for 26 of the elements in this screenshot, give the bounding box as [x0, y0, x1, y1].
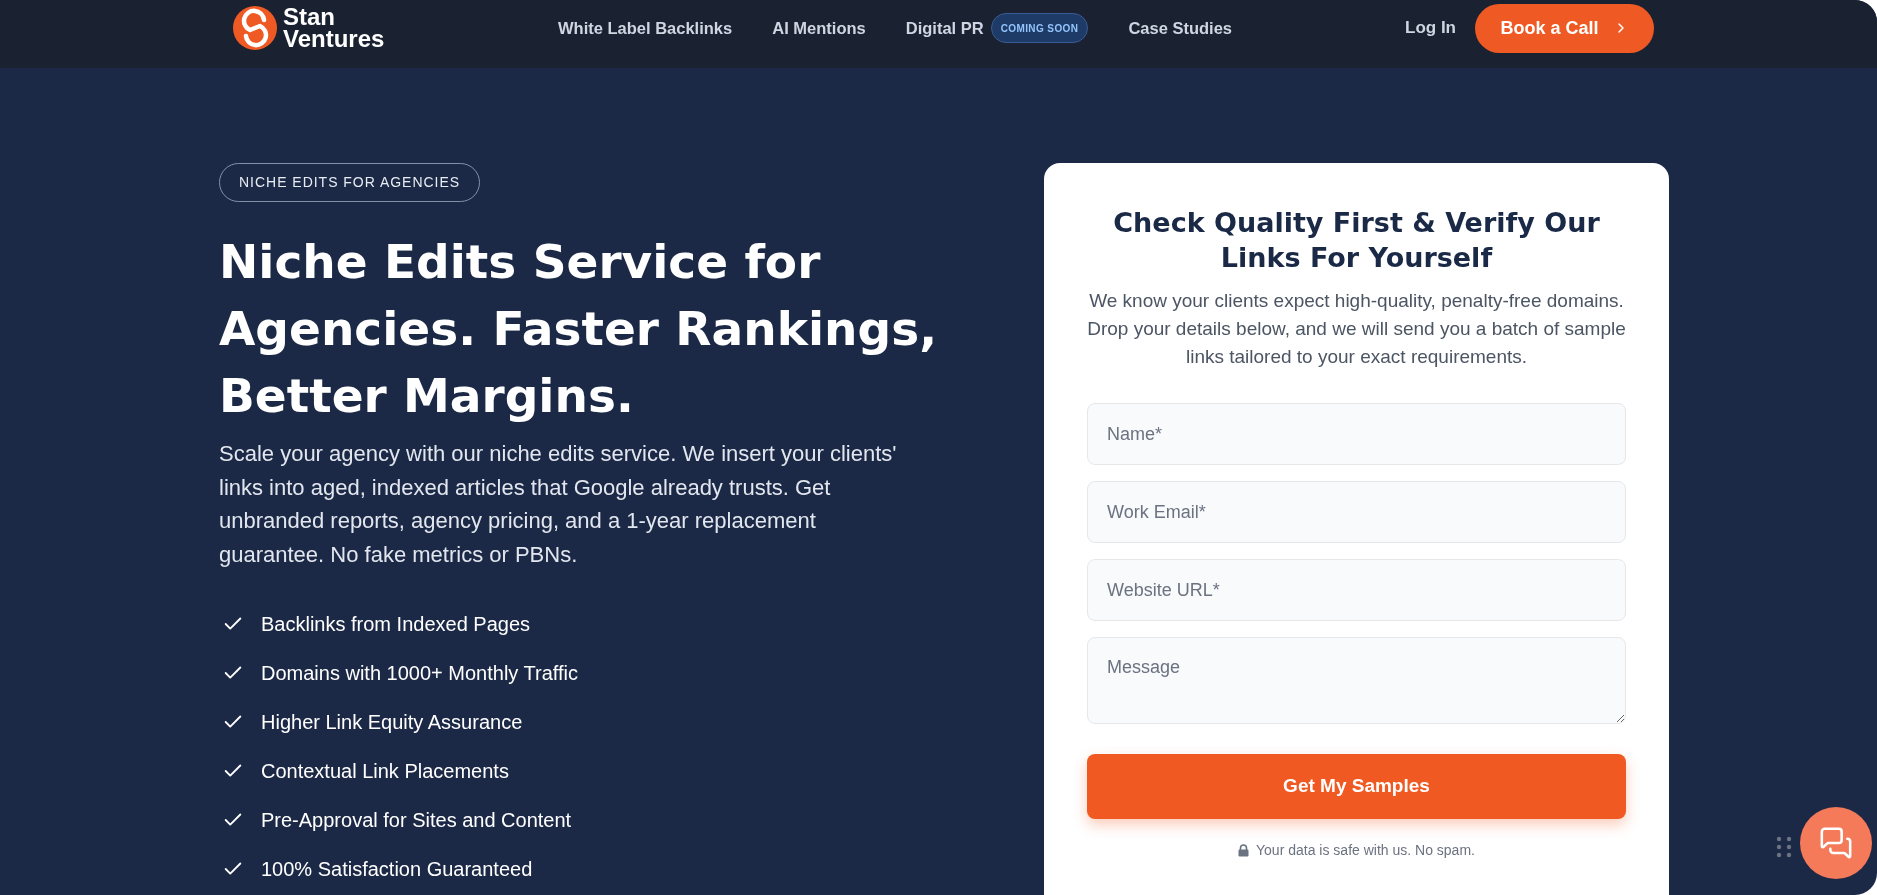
- drag-handle-icon[interactable]: [1776, 836, 1792, 858]
- feature-text: Domains with 1000+ Monthly Traffic: [261, 660, 578, 686]
- logo-text[interactable]: Stan Ventures: [283, 6, 391, 50]
- input-field[interactable]: Name*: [1087, 403, 1626, 465]
- nav-link[interactable]: Digital PR: [905, 15, 984, 41]
- form-description: We know your clients expect high-quality, penalty-free domains. Drop your details below, and we will send you a batch of sample links tailored to your exact requirements.: [1086, 289, 1627, 369]
- chat-bubbles-icon: [1819, 826, 1853, 860]
- lock-icon: [1238, 844, 1250, 857]
- message-field[interactable]: Message: [1087, 637, 1626, 724]
- hero-description: Scale your agency with our niche edits service. We insert your clients' links into aged, indexed articles that Google already trusts. Get unbranded reports, agency pricing, and a 1-year replacement guarantee. No fake metrics or PBNs.: [219, 440, 898, 569]
- logo-icon[interactable]: [233, 6, 277, 50]
- hero-heading: Niche Edits Service for Agencies. Faster Rankings, Better Margins.: [219, 233, 938, 425]
- privacy-note: Your data is safe with us. No spam.: [1256, 841, 1475, 860]
- feature-text: Contextual Link Placements: [261, 758, 509, 784]
- feature-text: 100% Satisfaction Guaranteed: [261, 856, 533, 882]
- feature-text: Backlinks from Indexed Pages: [261, 611, 531, 637]
- form-title: Check Quality First & Verify Our Links For Yourself: [1112, 206, 1601, 275]
- feature-text: Pre-Approval for Sites and Content: [261, 807, 572, 833]
- coming-soon-badge: COMING SOON: [990, 13, 1089, 43]
- input-field[interactable]: Work Email*: [1087, 481, 1626, 543]
- nav-link[interactable]: AI Mentions: [772, 15, 866, 41]
- input-field[interactable]: Website URL*: [1087, 559, 1626, 621]
- nav-link[interactable]: White Label Backlinks: [558, 15, 733, 41]
- login-link[interactable]: Log In: [1405, 15, 1456, 41]
- feature-text: Higher Link Equity Assurance: [261, 709, 523, 735]
- nav-link[interactable]: Case Studies: [1128, 15, 1233, 41]
